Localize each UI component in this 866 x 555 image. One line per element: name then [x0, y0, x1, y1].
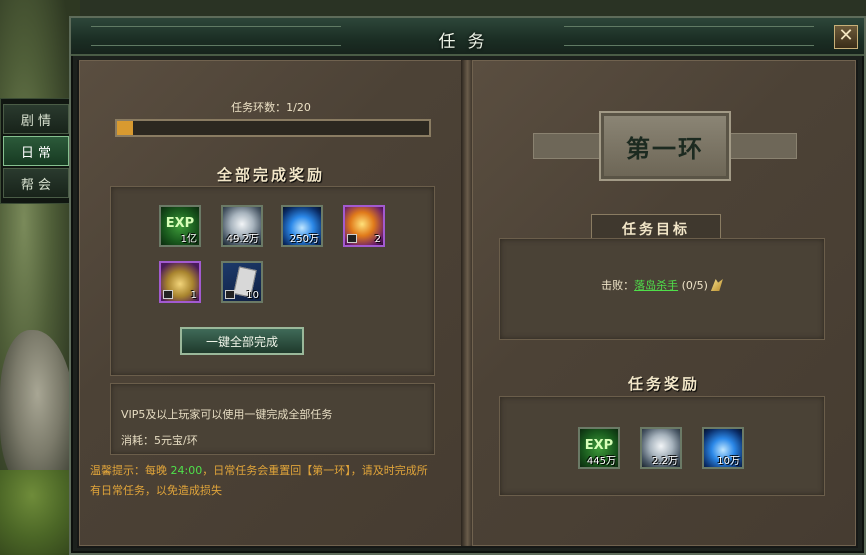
goal-label: 击败： [601, 279, 635, 292]
bound-tag-icon [225, 290, 235, 299]
reward-item-qty: 1亿 [180, 234, 197, 245]
tip-time: 24:00 [170, 464, 203, 477]
one-key-complete-button[interactable]: 一键全部完成 [180, 327, 304, 355]
side-tab-story[interactable]: 剧 情 [3, 104, 69, 134]
right-page: 第一环 任务目标 击败：落岛杀手 (0/5) 任务奖励 EXP 445万 2.2… [472, 60, 856, 546]
reset-tip: 温馨提示：每晚 24:00，日常任务会重置回【第一环】，请及时完成所有日常任务，… [90, 461, 430, 501]
reward-item-qty: 1 [190, 290, 197, 301]
background-scenery [0, 0, 80, 555]
quest-book: 任务环数：1/20 全部完成奖励 EXP 1亿 49.2万 250万 2 1 1… [77, 60, 858, 548]
reward-item-scroll[interactable]: 10 [221, 261, 263, 303]
cost-value: 5元宝/环 [154, 434, 198, 447]
goal-panel: 击败：落岛杀手 (0/5) [499, 238, 825, 340]
ring-progress-fill [117, 121, 133, 135]
quest-reward-exp[interactable]: EXP 445万 [578, 427, 620, 469]
reward-item-orb[interactable]: 2 [343, 205, 385, 247]
vip-info-panel: VIP5及以上玩家可以使用一键完成全部任务 消耗：5元宝/环 [110, 383, 435, 455]
side-tab-guild[interactable]: 帮 会 [3, 168, 69, 198]
goal-line: 击败：落岛杀手 (0/5) [500, 277, 824, 293]
title-bar[interactable]: 任务 ✕ [71, 18, 864, 56]
reward-item-qty: 10万 [717, 456, 740, 467]
exp-icon: EXP [584, 438, 614, 453]
side-tab-daily[interactable]: 日 常 [3, 136, 69, 166]
reward-item-blue-flame[interactable]: 250万 [281, 205, 323, 247]
ring-progress-label: 任务环数：1/20 [231, 101, 311, 114]
reward-item-qty: 250万 [289, 234, 319, 245]
quest-reward-silver[interactable]: 2.2万 [640, 427, 682, 469]
left-page: 任务环数：1/20 全部完成奖励 EXP 1亿 49.2万 250万 2 1 1… [79, 60, 463, 546]
reward-item-silver[interactable]: 49.2万 [221, 205, 263, 247]
auto-path-icon[interactable] [710, 279, 723, 291]
goal-title-banner: 任务目标 [591, 214, 721, 240]
cost-line: 消耗：5元宝/环 [121, 432, 198, 448]
reward-item-qty: 2.2万 [652, 456, 678, 467]
quest-window: 任务 ✕ 任务环数：1/20 全部完成奖励 EXP 1亿 49.2万 250万 … [69, 16, 866, 555]
plaque-wing-left [533, 133, 603, 159]
tip-prefix: 温馨提示：每晚 [90, 464, 171, 477]
background-grass [0, 470, 80, 555]
all-complete-reward-title: 全部完成奖励 [216, 166, 325, 184]
reward-item-chest[interactable]: 1 [159, 261, 201, 303]
background-rock [0, 330, 75, 490]
reward-item-qty: 2 [374, 234, 381, 245]
exp-icon: EXP [165, 216, 195, 231]
cost-label: 消耗： [121, 434, 154, 447]
ring-plaque: 第一环 [533, 111, 797, 181]
vip-note: VIP5及以上玩家可以使用一键完成全部任务 [121, 408, 333, 421]
reward-item-qty: 10 [246, 290, 259, 301]
quest-reward-blue-flame[interactable]: 10万 [702, 427, 744, 469]
ring-title: 第一环 [599, 111, 731, 181]
close-icon: ✕ [838, 25, 854, 46]
ring-progress-bar [115, 119, 431, 137]
plaque-wing-right [727, 133, 797, 159]
goal-target-link[interactable]: 落岛杀手 [634, 279, 678, 292]
reward-item-qty: 49.2万 [226, 234, 259, 245]
side-tab-bar: 剧 情 日 常 帮 会 [0, 98, 72, 204]
bound-tag-icon [347, 234, 357, 243]
quest-reward-title: 任务奖励 [627, 375, 700, 393]
quest-reward-panel: EXP 445万 2.2万 10万 [499, 396, 825, 496]
reward-item-qty: 445万 [586, 456, 616, 467]
window-title: 任务 [438, 32, 497, 52]
close-button[interactable]: ✕ [834, 25, 858, 49]
bound-tag-icon [163, 290, 173, 299]
goal-title: 任务目标 [622, 222, 690, 238]
goal-count: (0/5) [681, 279, 708, 292]
reward-item-exp[interactable]: EXP 1亿 [159, 205, 201, 247]
